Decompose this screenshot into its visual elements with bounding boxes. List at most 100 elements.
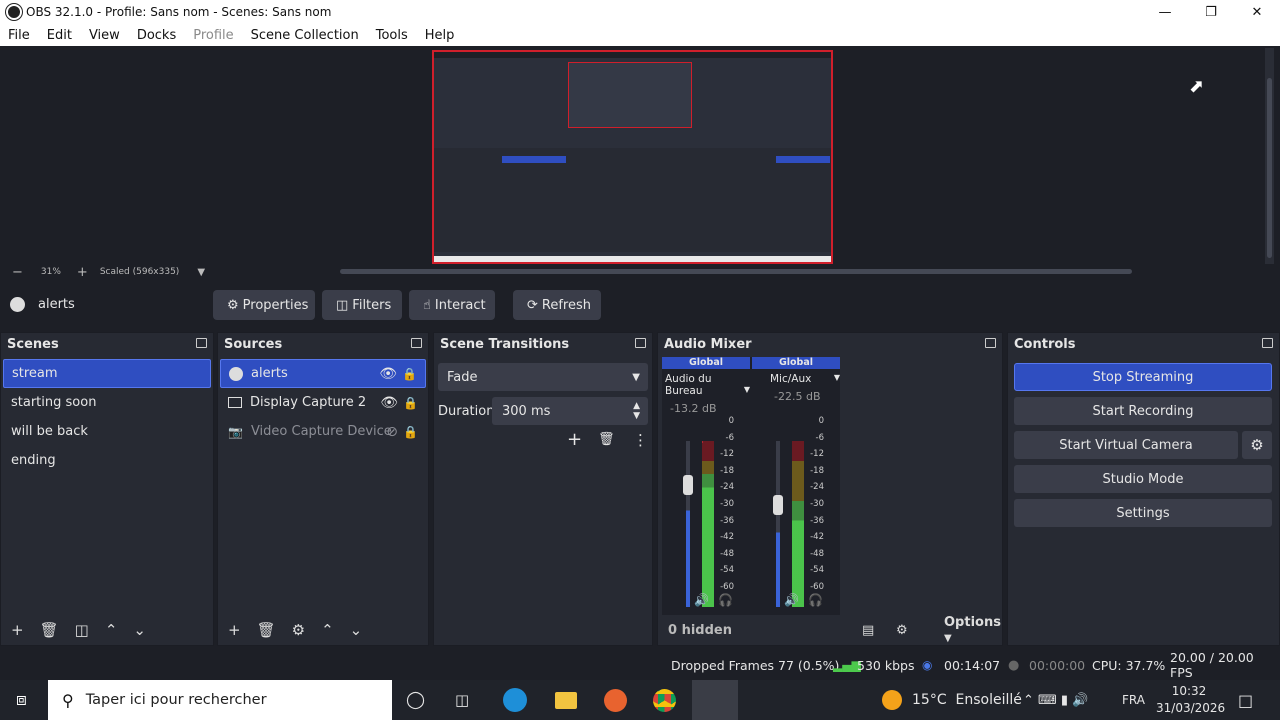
obs-taskbar-icon[interactable] xyxy=(692,680,738,720)
streaming-icon: ◉ xyxy=(922,658,933,672)
preview-area[interactable]: ⬈ xyxy=(6,48,1262,264)
source-item[interactable]: 📷 Video Capture Device ⊘ 🔒 xyxy=(220,417,426,446)
preview-horizontal-scrollbar[interactable] xyxy=(340,269,1132,274)
volume-slider-handle[interactable] xyxy=(683,475,693,495)
volume-slider[interactable] xyxy=(686,441,690,607)
menu-bar: File Edit View Docks Profile Scene Colle… xyxy=(0,24,1280,46)
layout-toggle-icon[interactable]: ▤ xyxy=(862,623,874,638)
taskbar-search-box[interactable]: ⚲ Taper ici pour rechercher xyxy=(48,680,392,720)
restore-button[interactable]: ❐ xyxy=(1188,0,1234,24)
firefox-icon[interactable] xyxy=(604,688,627,712)
canvas-scene-highlight xyxy=(502,156,566,163)
source-item[interactable]: Display Capture 2 👁 🔒 xyxy=(220,388,426,417)
source-item[interactable]: alerts 👁 🔒 xyxy=(220,359,426,388)
trash-icon[interactable]: 🗑 xyxy=(598,432,615,447)
trash-icon[interactable]: 🗑 xyxy=(40,621,59,639)
zoom-out-button[interactable]: − xyxy=(12,265,23,280)
add-icon[interactable]: + xyxy=(11,621,24,639)
scene-item[interactable]: ending xyxy=(3,446,211,475)
add-icon[interactable]: + xyxy=(228,621,241,639)
camera-icon: 📷 xyxy=(228,424,243,439)
chrome-icon[interactable] xyxy=(653,688,676,712)
spin-arrows-icon[interactable]: ▲ ▼ xyxy=(633,401,640,421)
volume-slider-handle[interactable] xyxy=(773,495,783,515)
clock[interactable]: 10:32 31/03/2026 xyxy=(1156,683,1225,717)
cortana-icon[interactable]: ◯ xyxy=(406,690,425,710)
button-label: Stop Streaming xyxy=(1092,369,1194,385)
settings-button[interactable]: Settings xyxy=(1014,499,1272,527)
scene-item[interactable]: stream xyxy=(3,359,211,388)
speaker-icon[interactable]: 🔊 xyxy=(694,593,709,607)
undock-icon[interactable] xyxy=(635,338,646,348)
undock-icon[interactable] xyxy=(985,338,996,348)
scene-item[interactable]: starting soon xyxy=(3,388,211,417)
close-button[interactable]: ✕ xyxy=(1234,0,1280,24)
scene-item[interactable]: will be back xyxy=(3,417,211,446)
chevron-up-icon[interactable]: ⌃ xyxy=(321,621,334,639)
start-virtual-camera-button[interactable]: Start Virtual Camera xyxy=(1014,431,1238,459)
advanced-audio-icon[interactable]: ⚙ xyxy=(896,623,908,638)
audio-mixer-dock: Audio Mixer Global Audio du Bureau ▼ -13.… xyxy=(657,332,1003,646)
transition-select[interactable]: Fade ▼ xyxy=(438,363,648,391)
lock-icon[interactable]: 🔒 xyxy=(403,425,418,439)
menu-profile[interactable]: Profile xyxy=(185,28,242,43)
undock-icon[interactable] xyxy=(1262,338,1273,348)
lock-icon[interactable]: 🔒 xyxy=(402,367,417,381)
language-indicator[interactable]: FRA xyxy=(1122,693,1145,707)
controls-dock: Controls Stop Streaming Start Recording … xyxy=(1007,332,1280,646)
filter-icon[interactable]: ◫ xyxy=(75,621,89,639)
add-icon[interactable]: + xyxy=(567,429,582,450)
undock-icon[interactable] xyxy=(196,338,207,348)
channel-name: Audio du Bureau xyxy=(665,373,712,397)
notification-icon[interactable]: □ xyxy=(1238,691,1253,710)
windows-start-icon[interactable]: ⧈ xyxy=(16,690,27,710)
file-explorer-icon[interactable] xyxy=(555,691,577,709)
lock-icon[interactable]: 🔒 xyxy=(403,396,418,410)
mixer-channel-mic: Global Mic/Aux ▼ -22.5 dB 🔊 🎧 xyxy=(752,357,840,615)
menu-tools[interactable]: Tools xyxy=(368,28,417,43)
channel-name: Mic/Aux xyxy=(770,373,812,385)
more-options-icon[interactable]: ⋮ xyxy=(633,431,648,449)
preview-canvas[interactable] xyxy=(432,50,833,264)
button-label: Start Recording xyxy=(1092,403,1194,419)
menu-file[interactable]: File xyxy=(0,28,39,43)
zoom-dropdown-icon[interactable]: ▼ xyxy=(197,267,205,278)
refresh-button[interactable]: ⟳ Refresh xyxy=(513,290,601,320)
preview-vertical-scrollbar[interactable] xyxy=(1265,48,1274,264)
volume-slider[interactable] xyxy=(776,441,780,607)
channel-name-dropdown[interactable]: Mic/Aux ▼ xyxy=(752,369,840,385)
zoom-in-button[interactable]: + xyxy=(77,265,88,280)
menu-docks[interactable]: Docks xyxy=(129,28,185,43)
channel-name-dropdown[interactable]: Audio du Bureau ▼ xyxy=(662,369,750,397)
chevron-up-icon[interactable]: ⌃ xyxy=(105,621,118,639)
source-toolbar: alerts ⚙ Properties ◫ Filters ☝ Interact ⟳ R… xyxy=(0,289,1280,321)
menu-scene-collection[interactable]: Scene Collection xyxy=(243,28,368,43)
speaker-icon[interactable]: 🔊 xyxy=(784,593,799,607)
minimize-button[interactable]: — xyxy=(1142,0,1188,24)
weather-text: 15°C Ensoleillé xyxy=(912,692,1022,708)
undock-icon[interactable] xyxy=(411,338,422,348)
stop-streaming-button[interactable]: Stop Streaming xyxy=(1014,363,1272,391)
chevron-down-icon[interactable]: ⌄ xyxy=(133,621,146,639)
eye-hidden-icon[interactable]: ⊘ xyxy=(386,424,398,440)
chevron-down-icon[interactable]: ⌄ xyxy=(350,621,363,639)
eye-icon[interactable]: 👁 xyxy=(380,395,398,411)
interact-button[interactable]: ☝ Interact xyxy=(409,290,495,320)
menu-view[interactable]: View xyxy=(81,28,129,43)
trash-icon[interactable]: 🗑 xyxy=(257,621,276,639)
system-tray-icons[interactable]: ⌃ ⌨ ▮ 🔊 xyxy=(1023,693,1088,708)
start-recording-button[interactable]: Start Recording xyxy=(1014,397,1272,425)
properties-button[interactable]: ⚙ Properties xyxy=(213,290,315,320)
gear-icon[interactable]: ⚙ xyxy=(292,621,305,639)
task-view-icon[interactable]: ◫ xyxy=(455,691,469,709)
filters-button[interactable]: ◫ Filters xyxy=(322,290,402,320)
eye-icon[interactable]: 👁 xyxy=(379,366,397,382)
edge-icon[interactable] xyxy=(503,688,527,712)
menu-help[interactable]: Help xyxy=(417,28,464,43)
options-button[interactable]: Options ▼ xyxy=(934,615,1007,645)
duration-spinbox[interactable]: 300 ms ▲ ▼ xyxy=(492,397,648,425)
menu-edit[interactable]: Edit xyxy=(39,28,81,43)
studio-mode-button[interactable]: Studio Mode xyxy=(1014,465,1272,493)
virtual-camera-settings-button[interactable]: ⚙ xyxy=(1242,431,1272,459)
canvas-taskbar xyxy=(434,256,831,262)
